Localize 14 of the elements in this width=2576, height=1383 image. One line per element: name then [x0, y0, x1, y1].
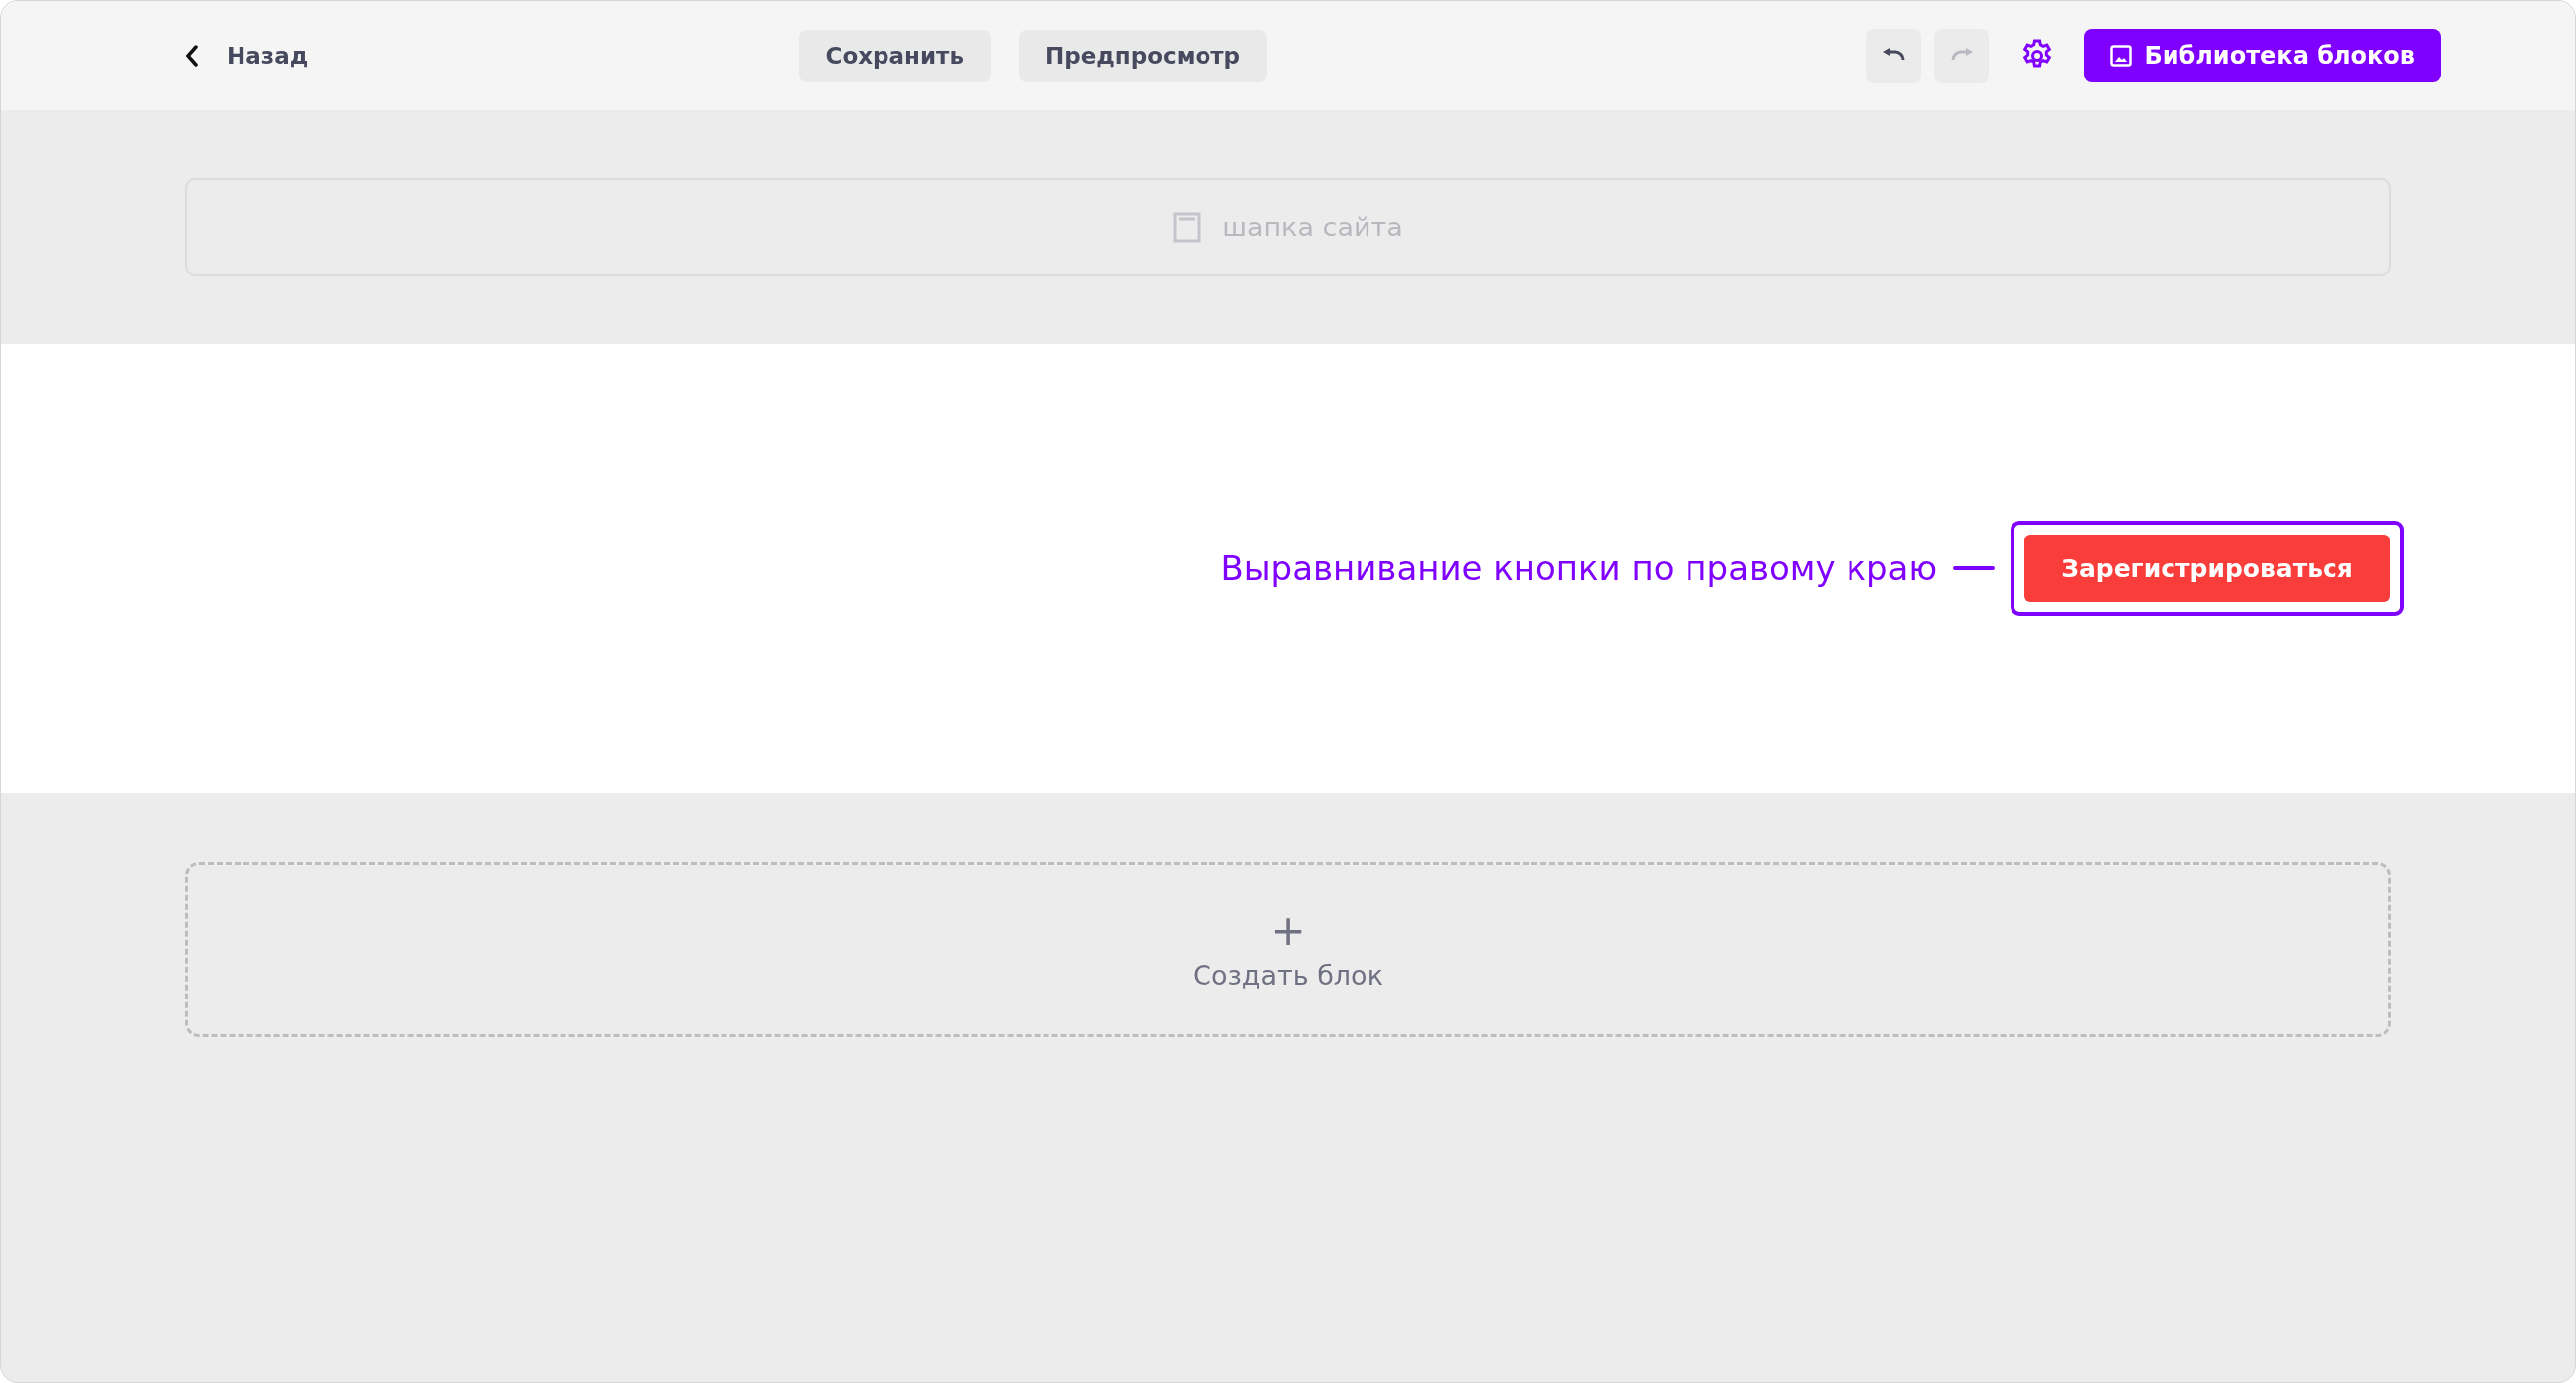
undo-button[interactable] — [1866, 28, 1922, 83]
block-library-button[interactable]: Библиотека блоков — [2084, 29, 2441, 82]
create-block-label: Создать блок — [1193, 959, 1383, 991]
page-icon — [1173, 211, 1202, 243]
back-link[interactable]: Назад — [185, 43, 309, 69]
toolbar-button[interactable]: Сохранить — [798, 29, 991, 82]
image-icon — [2110, 45, 2133, 67]
plus-icon: + — [1270, 909, 1306, 952]
register-button[interactable]: Зарегистрироваться — [2024, 535, 2390, 602]
create-block-area[interactable]: + Создать блок — [185, 862, 2391, 1037]
toolbar-button[interactable]: Предпросмотр — [1019, 29, 1268, 82]
leader-line — [1953, 566, 1995, 570]
chevron-left-icon — [185, 45, 199, 67]
annotation-text: Выравнивание кнопки по правому краю — [1220, 548, 1937, 588]
